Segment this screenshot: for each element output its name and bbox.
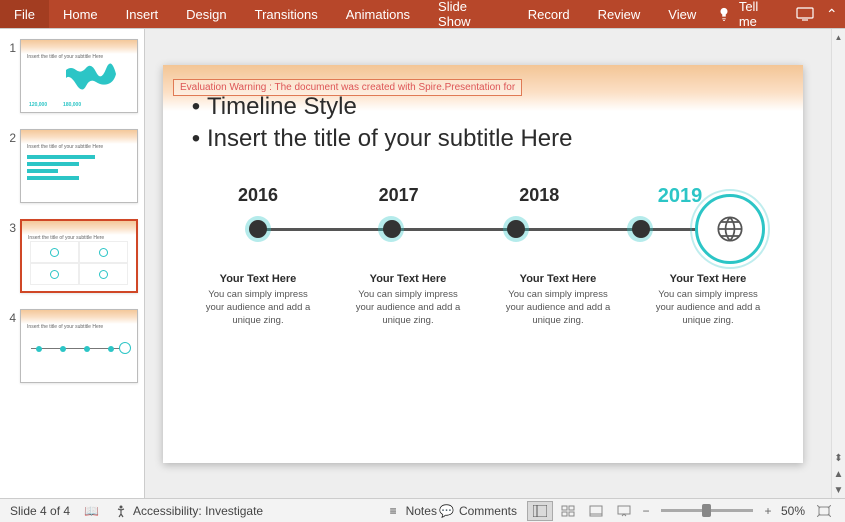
book-icon: 📖 (84, 503, 99, 518)
collapse-ribbon-icon[interactable]: ⌃ (818, 0, 845, 28)
tab-file[interactable]: File (0, 0, 49, 28)
thumbnail-panel: 1 Insert the title of your subtitle Here… (0, 29, 145, 498)
thumbnail-4[interactable]: 4 Insert the title of your subtitle Here (0, 305, 144, 395)
tab-review[interactable]: Review (584, 0, 655, 28)
tab-slideshow[interactable]: Slide Show (424, 0, 514, 28)
year-2018: 2018 (484, 185, 594, 208)
sorter-view-icon (561, 505, 575, 517)
accessibility-button[interactable]: Accessibility: Investigate (113, 503, 263, 518)
timeline: 2016 2017 2018 2019 Your Text HereYou ca… (163, 185, 803, 328)
thumb-slide: Insert the title of your subtitle Here (20, 219, 138, 293)
zoom-out-button[interactable]: − (639, 504, 653, 518)
reading-view-icon (589, 505, 603, 517)
view-reading-button[interactable] (583, 501, 609, 521)
main-area: 1 Insert the title of your subtitle Here… (0, 28, 845, 498)
tab-design[interactable]: Design (172, 0, 240, 28)
language-button[interactable]: 📖 (84, 503, 99, 518)
thumbnail-3[interactable]: 3 Insert the title of your subtitle Here (0, 215, 144, 305)
thumb-slide: Insert the title of your subtitle Here 1… (20, 39, 138, 113)
tab-transitions[interactable]: Transitions (241, 0, 332, 28)
timeline-text-1: Your Text HereYou can simply impress you… (203, 273, 313, 328)
vertical-scrollbar[interactable]: ▲ ⬍ ▲ ▼ (831, 29, 845, 498)
year-2016: 2016 (203, 185, 313, 208)
slide-title: •Timeline Style (191, 93, 357, 121)
zoom-level[interactable]: 50% (781, 504, 805, 518)
accessibility-icon (113, 503, 128, 518)
share-icon[interactable] (792, 0, 819, 28)
slide: Evaluation Warning : The document was cr… (163, 65, 803, 463)
year-2017: 2017 (344, 185, 454, 208)
thumbnail-1[interactable]: 1 Insert the title of your subtitle Here… (0, 35, 144, 125)
view-normal-button[interactable] (527, 501, 553, 521)
zoom-slider[interactable] (661, 509, 753, 512)
view-sorter-button[interactable] (555, 501, 581, 521)
comments-button[interactable]: 💬Comments (439, 503, 517, 518)
fit-window-button[interactable] (811, 501, 837, 521)
next-slide-up-icon[interactable]: ▲ (834, 469, 844, 480)
thumb-slide: Insert the title of your subtitle Here (20, 129, 138, 203)
zoom-in-button[interactable]: + (761, 504, 775, 518)
timeline-text-2: Your Text HereYou can simply impress you… (353, 273, 463, 328)
tab-view[interactable]: View (654, 0, 710, 28)
ribbon: File Home Insert Design Transitions Anim… (0, 0, 845, 28)
tellme[interactable]: Tell me (737, 0, 792, 28)
thumb-num: 4 (0, 309, 20, 383)
lightbulb-icon (710, 0, 737, 28)
slide-counter: Slide 4 of 4 (10, 504, 70, 518)
scroll-up-icon[interactable]: ▲ (832, 29, 845, 45)
fit-icon (817, 505, 831, 517)
timeline-text-3: Your Text HereYou can simply impress you… (503, 273, 613, 328)
zoom-handle[interactable] (702, 504, 711, 517)
timeline-text-4: Your Text HereYou can simply impress you… (653, 273, 763, 328)
timeline-line (258, 228, 703, 231)
thumb-num: 2 (0, 129, 20, 203)
next-slide-down-icon[interactable]: ▼ (834, 485, 844, 496)
thumb-num: 1 (0, 39, 20, 113)
normal-view-icon (533, 505, 547, 517)
notes-button[interactable]: ≡Notes (386, 503, 437, 518)
thumb-num: 3 (0, 219, 20, 293)
tab-animations[interactable]: Animations (332, 0, 424, 28)
slideshow-view-icon (617, 505, 631, 517)
notes-icon: ≡ (386, 503, 401, 518)
comments-icon: 💬 (439, 503, 454, 518)
tab-insert[interactable]: Insert (112, 0, 173, 28)
thumbnail-2[interactable]: 2 Insert the title of your subtitle Here (0, 125, 144, 215)
tab-record[interactable]: Record (514, 0, 584, 28)
statusbar: Slide 4 of 4 📖 Accessibility: Investigat… (0, 498, 845, 522)
tab-home[interactable]: Home (49, 0, 112, 28)
view-slideshow-button[interactable] (611, 501, 637, 521)
globe-icon (695, 194, 765, 264)
thumb-slide: Insert the title of your subtitle Here (20, 309, 138, 383)
prev-slide-icon[interactable]: ⬍ (834, 453, 842, 464)
map-icon (61, 62, 131, 94)
slide-canvas[interactable]: Evaluation Warning : The document was cr… (145, 29, 831, 498)
slide-subtitle: •Insert the title of your subtitle Here (191, 125, 573, 153)
